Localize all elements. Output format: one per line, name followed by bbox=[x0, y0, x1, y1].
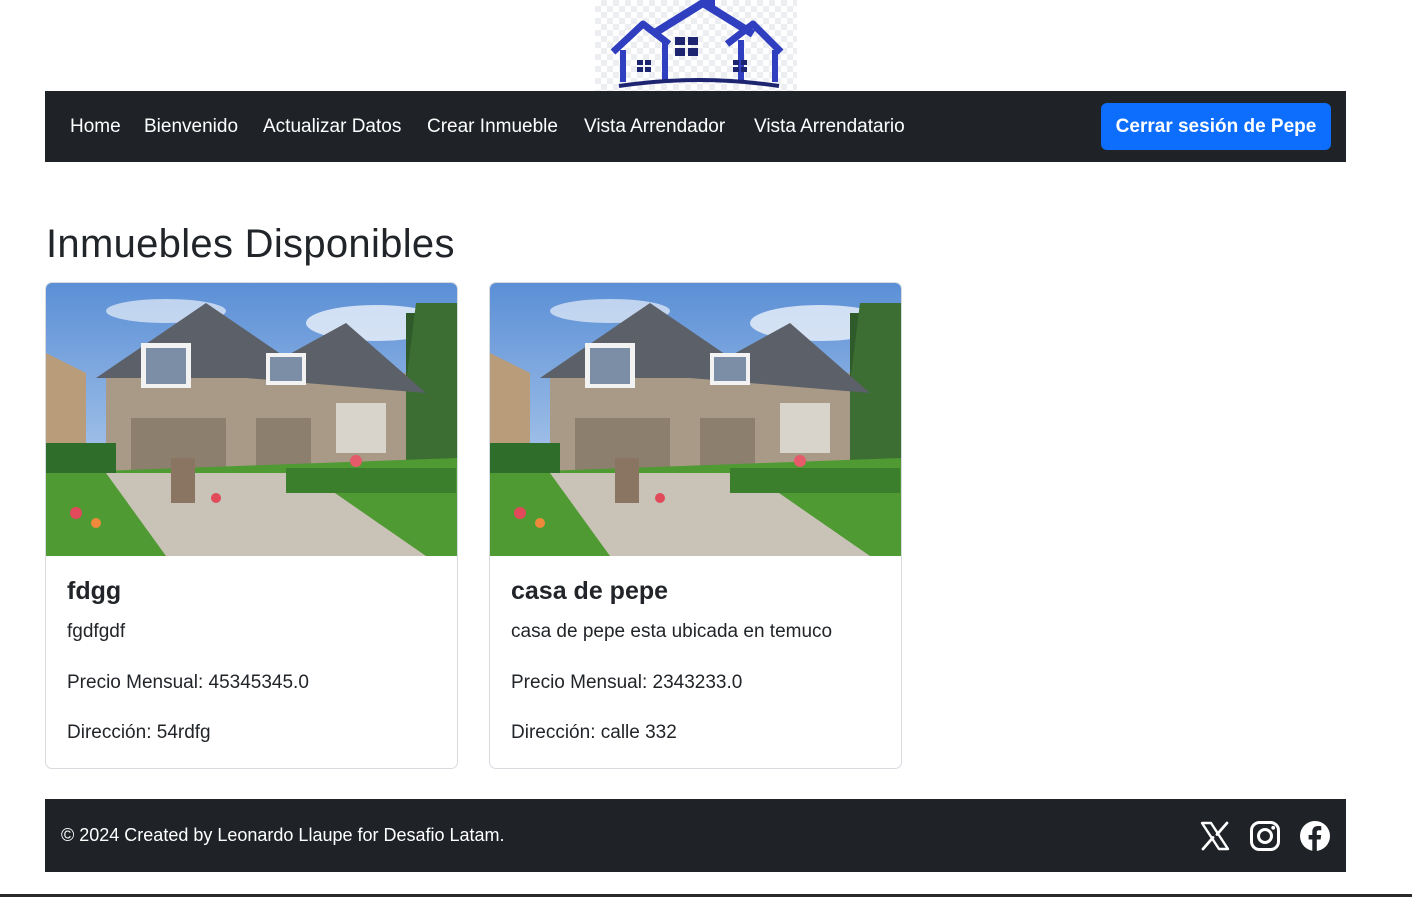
property-card: fdgg fgdfgdf Precio Mensual: 45345345.0 … bbox=[45, 282, 458, 769]
instagram-icon[interactable] bbox=[1249, 820, 1281, 852]
nav-link-bienvenido[interactable]: Bienvenido bbox=[144, 91, 238, 162]
navbar: Home Bienvenido Actualizar Datos Crear I… bbox=[45, 91, 1346, 162]
house-photo bbox=[490, 283, 901, 556]
property-card: casa de pepe casa de pepe esta ubicada e… bbox=[489, 282, 902, 769]
footer: © 2024 Created by Leonardo Llaupe for De… bbox=[45, 799, 1346, 872]
house-photo bbox=[46, 283, 457, 556]
footer-copyright: © 2024 Created by Leonardo Llaupe for De… bbox=[61, 825, 505, 845]
logout-button[interactable]: Cerrar sesión de Pepe bbox=[1101, 103, 1331, 150]
card-address: Dirección: calle 332 bbox=[511, 722, 677, 743]
house-logo-icon bbox=[610, 0, 784, 88]
card-address: Dirección: 54rdfg bbox=[67, 722, 211, 743]
card-title: casa de pepe bbox=[511, 577, 669, 605]
nav-link-home[interactable]: Home bbox=[70, 91, 121, 162]
card-description: fgdfgdf bbox=[67, 621, 126, 642]
card-title: fdgg bbox=[67, 577, 122, 605]
x-twitter-icon[interactable] bbox=[1199, 820, 1231, 852]
card-price: Precio Mensual: 2343233.0 bbox=[511, 672, 743, 693]
nav-link-crear-inmueble[interactable]: Crear Inmueble bbox=[427, 91, 558, 162]
page-title: Inmuebles Disponibles bbox=[46, 222, 455, 266]
site-logo bbox=[595, 0, 797, 91]
nav-link-vista-arrendatario[interactable]: Vista Arrendatario bbox=[754, 91, 905, 162]
card-price: Precio Mensual: 45345345.0 bbox=[67, 672, 309, 693]
nav-link-vista-arrendador[interactable]: Vista Arrendador bbox=[584, 91, 725, 162]
card-description: casa de pepe esta ubicada en temuco bbox=[511, 621, 833, 642]
facebook-icon[interactable] bbox=[1299, 820, 1331, 852]
nav-link-actualizar-datos[interactable]: Actualizar Datos bbox=[263, 91, 401, 162]
